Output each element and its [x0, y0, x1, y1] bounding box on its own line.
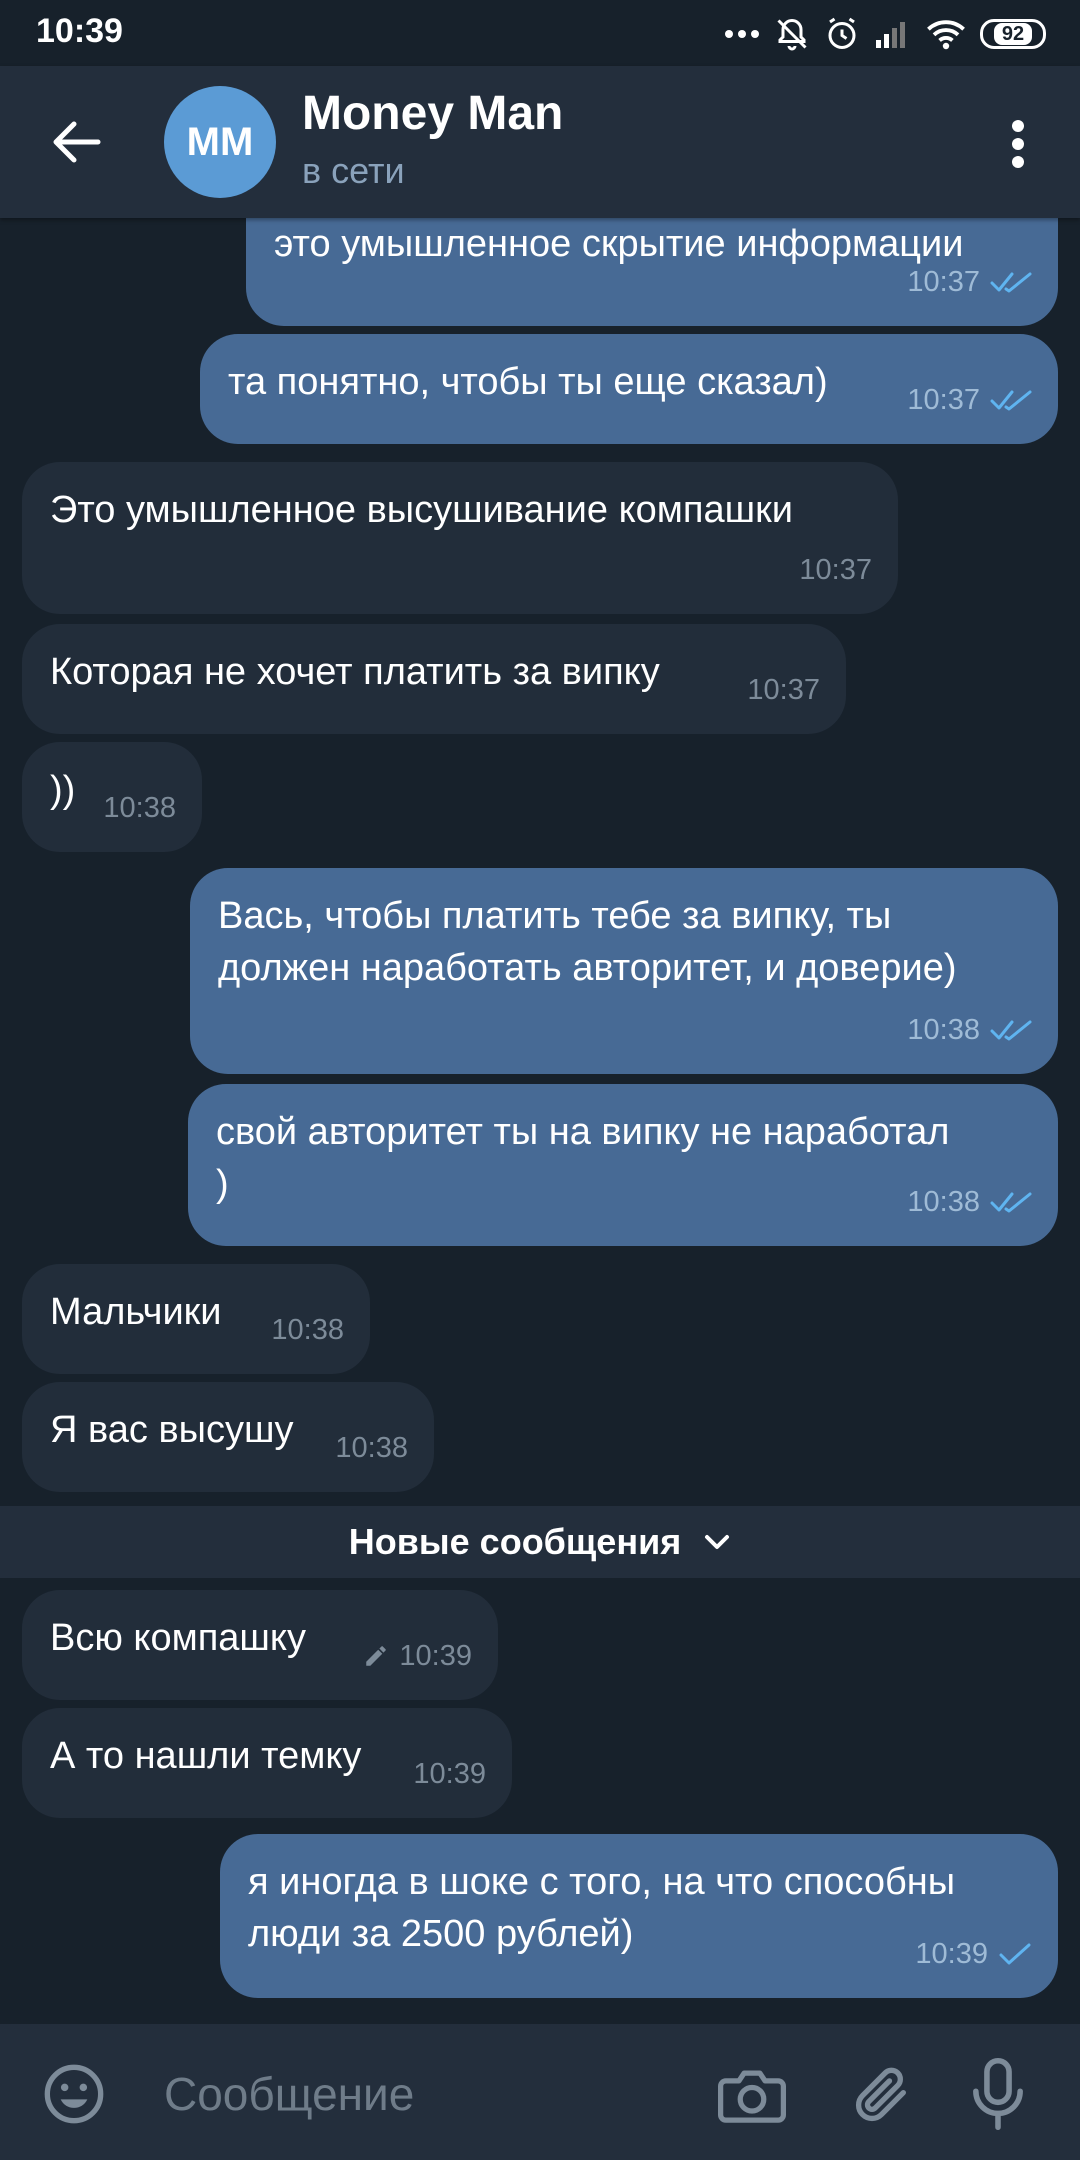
- message-bubble[interactable]: это умышленное скрытие информации 10:37: [246, 218, 1058, 326]
- message-bubble[interactable]: Это умышленное высушивание компашки 10:3…: [22, 462, 898, 614]
- message-text: это умышленное скрытие информации: [274, 223, 964, 265]
- battery-level: 92: [993, 23, 1033, 45]
- message-time: 10:37: [747, 674, 820, 706]
- paperclip-icon[interactable]: [850, 2060, 914, 2128]
- wifi-icon: [927, 20, 965, 50]
- message-time: 10:39: [399, 1640, 472, 1672]
- message-meta: 10:38: [907, 1004, 1032, 1056]
- message-meta: 10:39: [363, 1630, 472, 1682]
- new-messages-label: Новые сообщения: [348, 1521, 682, 1562]
- message-text: свой авторитет ты на випку не наработал …: [216, 1111, 950, 1205]
- message-text: Которая не хочет платить за випку: [50, 651, 660, 693]
- message-meta: 10:38: [103, 782, 176, 834]
- message-bubble[interactable]: Я вас высушу 10:38: [22, 1382, 434, 1492]
- message-input[interactable]: [164, 2064, 684, 2124]
- message-bubble[interactable]: А то нашли темку 10:39: [22, 1708, 512, 1818]
- message-list[interactable]: это умышленное скрытие информации 10:37 …: [0, 218, 1080, 2024]
- message-meta: 10:37: [907, 256, 1032, 308]
- message-time: 10:37: [907, 266, 980, 298]
- chevron-down-icon: [705, 1535, 730, 1549]
- status-icons: 92: [724, 12, 1046, 56]
- bell-off-icon: [777, 18, 807, 51]
- chat-title[interactable]: Money Man: [302, 86, 563, 141]
- message-bubble[interactable]: та понятно, чтобы ты еще сказал) 10:37: [200, 334, 1058, 444]
- message-text: я иногда в шоке с того, на что способны …: [248, 1861, 956, 1955]
- message-meta: 10:39: [915, 1928, 1032, 1980]
- message-bubble[interactable]: свой авторитет ты на випку не наработал …: [188, 1084, 1058, 1246]
- message-text: А то нашли темку: [50, 1735, 362, 1777]
- single-check-icon: [999, 1943, 1031, 1965]
- alarm-icon: [828, 17, 856, 49]
- double-check-icon: [990, 1020, 1032, 1041]
- message-time: 10:39: [915, 1938, 988, 1970]
- message-meta: 10:38: [335, 1422, 408, 1474]
- message-bubble[interactable]: Мальчики 10:38: [22, 1264, 370, 1374]
- avatar[interactable]: MM: [164, 86, 276, 198]
- back-button[interactable]: [44, 114, 108, 170]
- message-meta: 10:37: [747, 664, 820, 716]
- message-time: 10:39: [413, 1758, 486, 1790]
- message-meta: 10:39: [413, 1748, 486, 1800]
- signal-icon: [876, 22, 905, 48]
- message-bubble[interactable]: )) 10:38: [22, 742, 202, 852]
- message-meta: 10:38: [907, 1176, 1032, 1228]
- status-bar: 10:39 92: [0, 0, 1080, 66]
- arrow-left-icon: [53, 121, 101, 163]
- message-meta: 10:38: [271, 1304, 344, 1356]
- more-dots-icon: [725, 30, 759, 38]
- battery-icon: 92: [980, 19, 1046, 49]
- message-text: Вась, чтобы платить тебе за випку, ты до…: [218, 895, 957, 989]
- message-time: 10:37: [799, 554, 872, 586]
- microphone-icon[interactable]: [972, 2058, 1024, 2130]
- message-text: Это умышленное высушивание компашки: [50, 489, 793, 531]
- message-time: 10:37: [907, 384, 980, 416]
- message-bubble[interactable]: я иногда в шоке с того, на что способны …: [220, 1834, 1058, 1998]
- message-time: 10:38: [103, 792, 176, 824]
- message-bubble[interactable]: Которая не хочет платить за випку 10:37: [22, 624, 846, 734]
- more-vertical-icon: [1012, 120, 1024, 168]
- status-time: 10:39: [36, 12, 123, 50]
- new-messages-divider[interactable]: Новые сообщения: [0, 1506, 1080, 1578]
- message-text: та понятно, чтобы ты еще сказал): [228, 361, 828, 403]
- message-bubble[interactable]: Вась, чтобы платить тебе за випку, ты до…: [190, 868, 1058, 1074]
- message-time: 10:38: [907, 1014, 980, 1046]
- chat-header: MM Money Man в сети: [0, 66, 1080, 218]
- double-check-icon: [990, 390, 1032, 411]
- chat-status: в сети: [302, 150, 405, 191]
- message-text: Мальчики: [50, 1291, 222, 1333]
- message-bubble[interactable]: Всю компашку 10:39: [22, 1590, 498, 1700]
- message-text: Всю компашку: [50, 1617, 306, 1659]
- message-time: 10:38: [907, 1186, 980, 1218]
- message-meta: 10:37: [799, 544, 872, 596]
- double-check-icon: [990, 272, 1032, 293]
- camera-icon[interactable]: [718, 2064, 786, 2124]
- message-meta: 10:37: [907, 374, 1032, 426]
- message-input-bar: [0, 2024, 1080, 2160]
- pencil-icon: [366, 1646, 387, 1666]
- message-time: 10:38: [335, 1432, 408, 1464]
- double-check-icon: [990, 1192, 1032, 1213]
- message-text: )): [50, 769, 76, 811]
- message-time: 10:38: [271, 1314, 344, 1346]
- smiley-icon[interactable]: [42, 2062, 106, 2126]
- message-text: Я вас высушу: [50, 1409, 294, 1451]
- menu-button[interactable]: [1000, 116, 1036, 172]
